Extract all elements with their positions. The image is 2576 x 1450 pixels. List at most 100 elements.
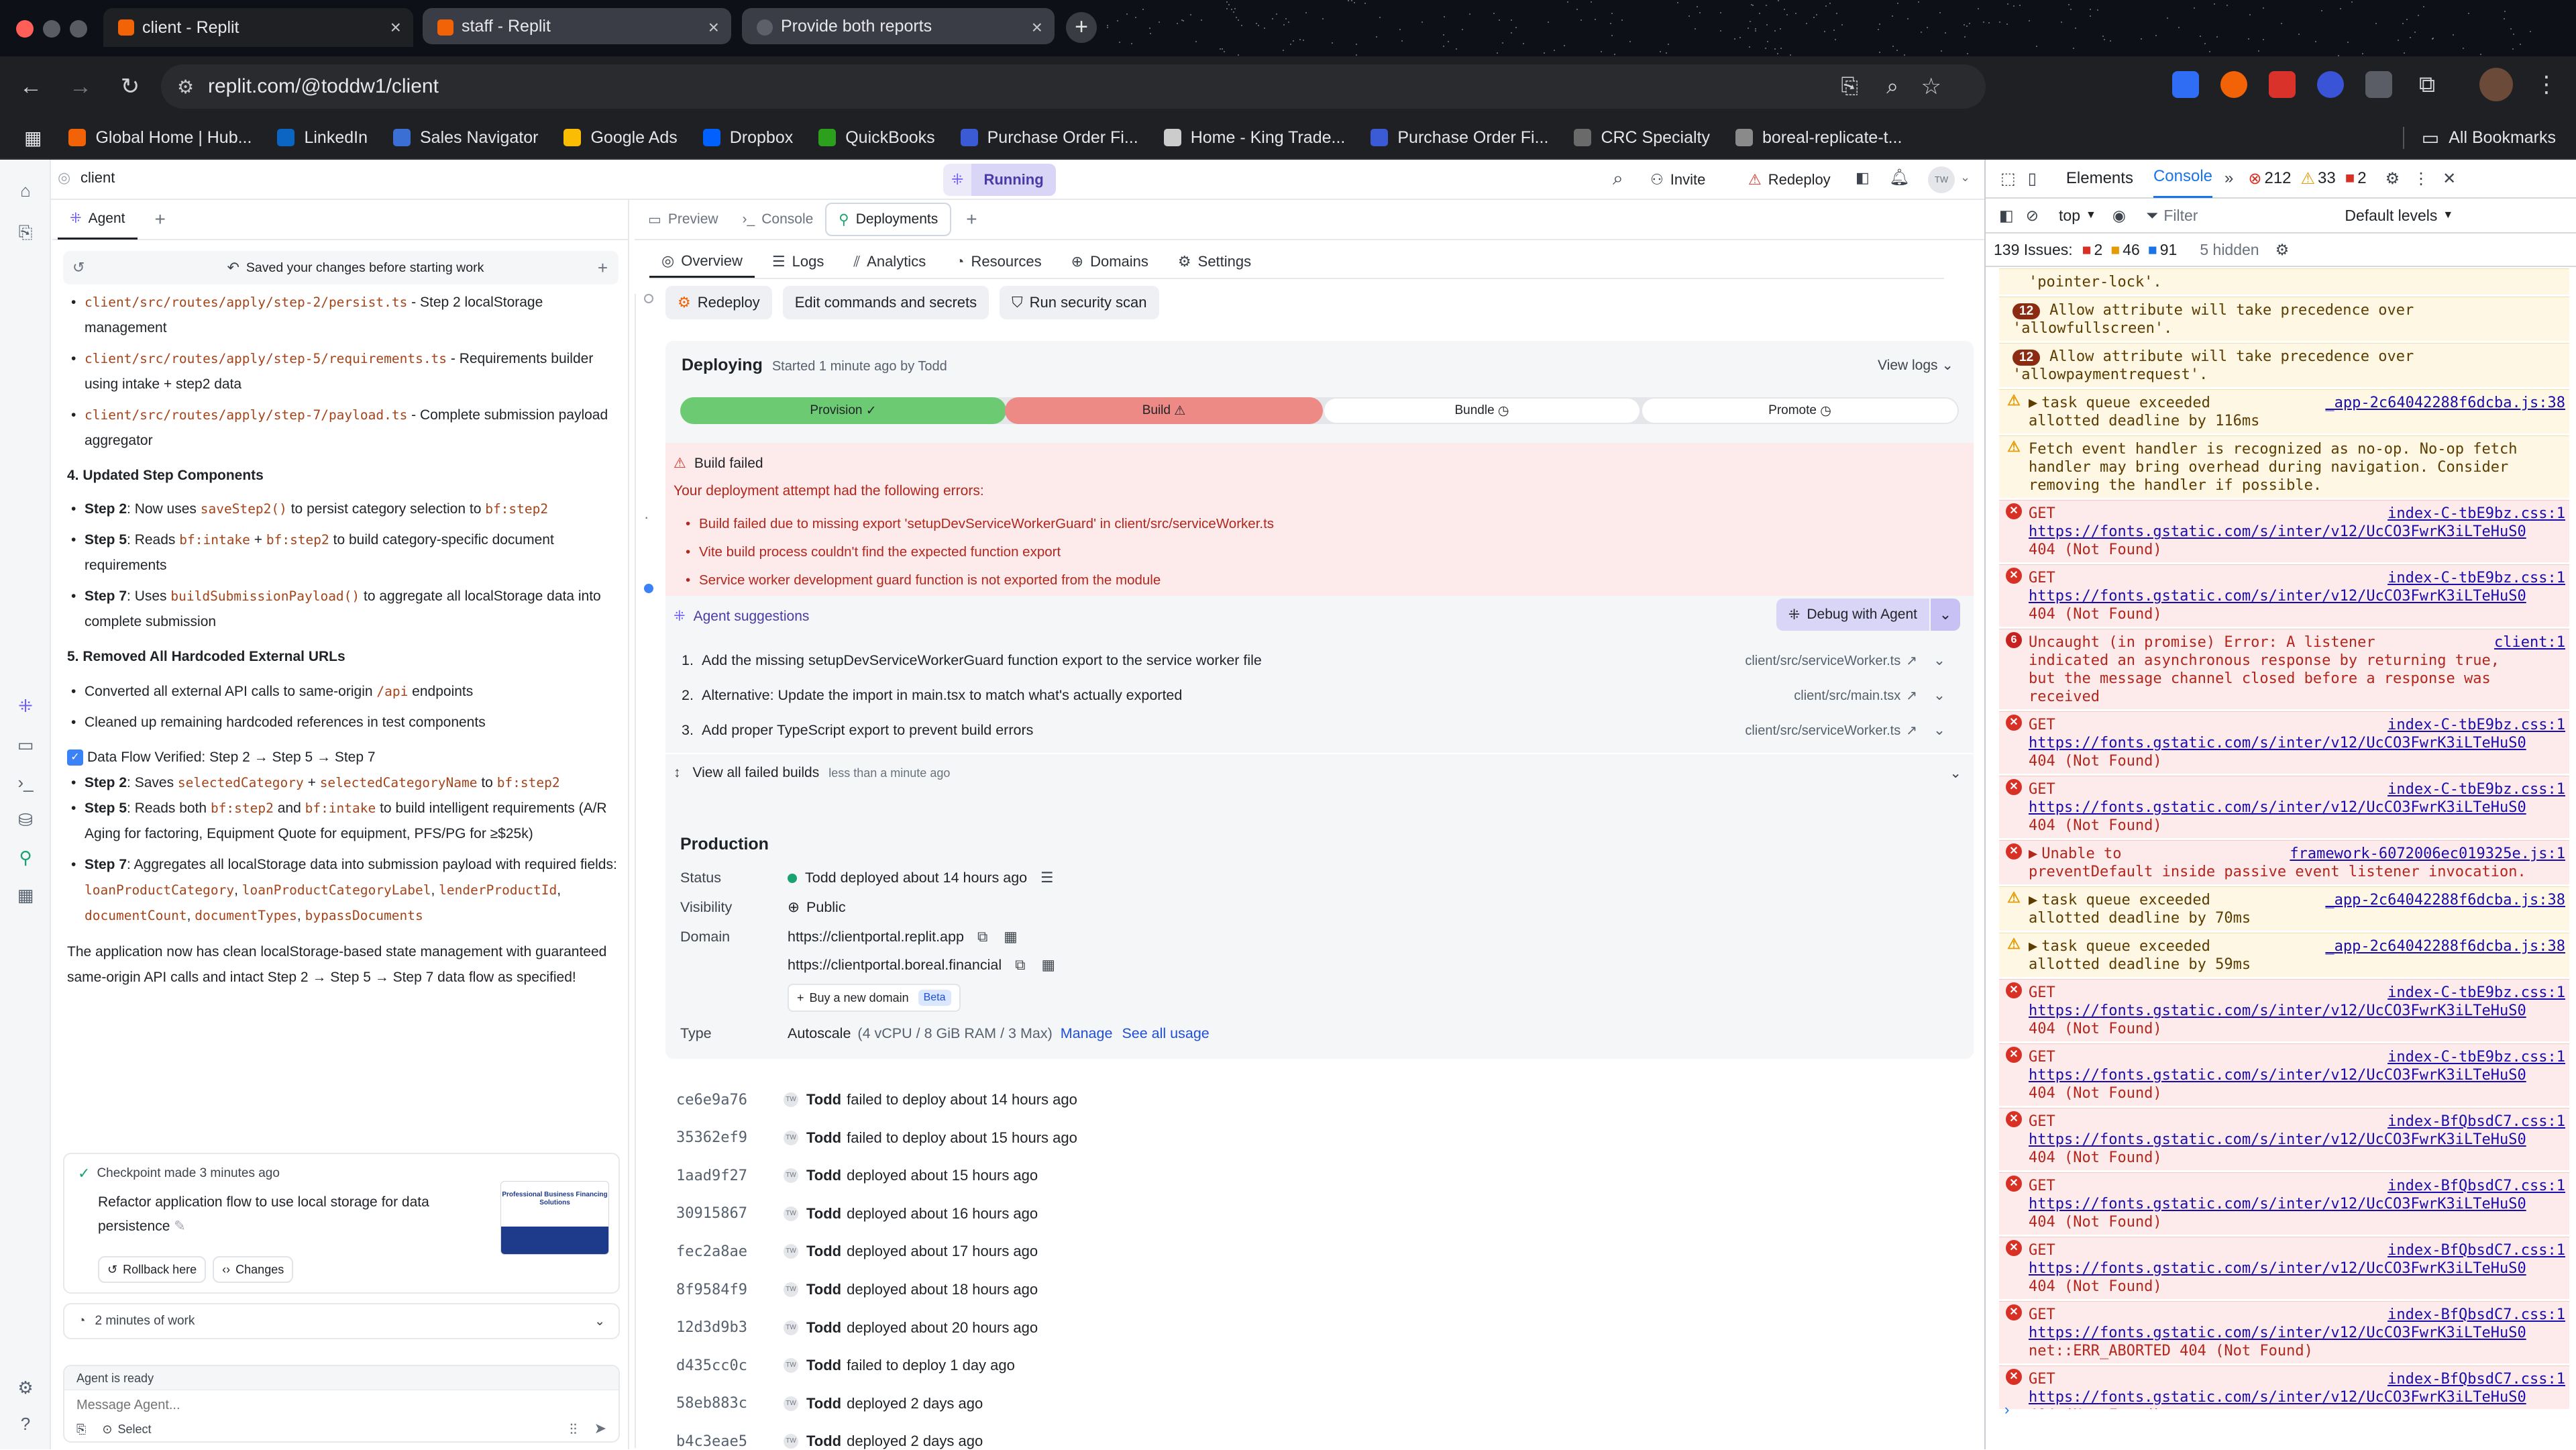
- browser-menu-icon[interactable]: ⋮: [2533, 71, 2560, 98]
- tab-console[interactable]: Console: [2153, 159, 2213, 198]
- window-minimize-dot[interactable]: [43, 20, 60, 38]
- request-url-link[interactable]: https://fonts.gstatic.com/s/inter/v12/Uc…: [2029, 523, 2538, 541]
- add-tab-icon[interactable]: +: [155, 209, 166, 230]
- tab-agent[interactable]: ⁜ Agent: [58, 199, 138, 240]
- console-message[interactable]: ⚠ _app-2c64042288f6dcba.js:38 ▶ task queue …: [1999, 886, 2569, 931]
- debug-with-agent-button[interactable]: ⁜ Debug with Agent: [1776, 599, 1929, 631]
- request-url-link[interactable]: https://fonts.gstatic.com/s/inter/v12/Uc…: [2029, 1324, 2538, 1342]
- request-url-link[interactable]: https://fonts.gstatic.com/s/inter/v12/Uc…: [2029, 1002, 2538, 1020]
- console-message[interactable]: ✕ index-C-tbE9bz.css:1 GET https://fonts.gs…: [1999, 1043, 2569, 1106]
- console-message[interactable]: ✕ index-BfQbsdC7.css:1 GET https://fonts.gs…: [1999, 1108, 2569, 1170]
- window-close-dot[interactable]: [16, 20, 34, 38]
- stop-icon[interactable]: ⁜: [943, 164, 972, 196]
- request-url-link[interactable]: https://fonts.gstatic.com/s/inter/v12/Uc…: [2029, 587, 2538, 605]
- devtools-menu-icon[interactable]: ⋮: [2413, 169, 2429, 189]
- message-source-link[interactable]: index-BfQbsdC7.css:1: [2387, 1177, 2565, 1195]
- file-path[interactable]: client/src/routes/apply/step-7/payload.t…: [85, 407, 407, 423]
- reload-icon[interactable]: ↻: [111, 68, 149, 105]
- search-icon[interactable]: ⌕: [1613, 168, 1623, 190]
- list-icon[interactable]: ☰: [1040, 870, 1053, 886]
- close-tab-icon[interactable]: ×: [1032, 17, 1042, 38]
- view-logs-link[interactable]: View logs ⌄: [1878, 357, 1953, 374]
- home-icon[interactable]: ⌂: [15, 180, 36, 201]
- close-devtools-icon[interactable]: ✕: [2443, 169, 2456, 189]
- bookmark-item[interactable]: LinkedIn: [277, 128, 368, 148]
- message-source-link[interactable]: index-BfQbsdC7.css:1: [2387, 1241, 2565, 1259]
- subtab-logs[interactable]: ☰ Logs: [760, 246, 836, 278]
- commit-hash[interactable]: b4c3eae5: [676, 1433, 784, 1450]
- all-tools-icon[interactable]: ▦: [15, 884, 36, 906]
- clear-console-icon[interactable]: ⊘: [2026, 207, 2039, 225]
- security-scan-button[interactable]: ⛉ Run security scan: [1000, 286, 1159, 319]
- history-row[interactable]: 12d3d9b3 TW Todd deployed about 20 hours ag…: [676, 1319, 1038, 1337]
- issues-warning-count[interactable]: 46: [2123, 241, 2140, 259]
- bookmark-item[interactable]: Sales Navigator: [392, 128, 538, 148]
- history-row[interactable]: ce6e9a76 TW Todd failed to deploy about 14 …: [676, 1091, 1077, 1108]
- console-message[interactable]: ✕ index-BfQbsdC7.css:1 GET https://fonts.gs…: [1999, 1237, 2569, 1299]
- file-path[interactable]: client/src/routes/apply/step-5/requireme…: [85, 351, 447, 366]
- new-chat-icon[interactable]: +: [598, 258, 608, 278]
- layout-icon[interactable]: ◧: [1856, 169, 1870, 187]
- close-tab-icon[interactable]: ×: [390, 17, 401, 38]
- subtab-settings[interactable]: ⚙ Settings: [1166, 246, 1263, 278]
- message-agent-input[interactable]: [64, 1390, 619, 1420]
- debug-options-chevron-icon[interactable]: ⌄: [1931, 599, 1960, 631]
- copy-icon[interactable]: ⧉: [1015, 957, 1025, 974]
- running-status-button[interactable]: Running: [971, 164, 1056, 196]
- console-message[interactable]: ✕ index-C-tbE9bz.css:1 GET https://fonts.gs…: [1999, 564, 2569, 627]
- bookmark-item[interactable]: Purchase Order Fi...: [960, 128, 1138, 148]
- agent-icon[interactable]: ⁜: [15, 695, 36, 717]
- checkpoint-thumbnail[interactable]: Professional Business Financing Solution…: [500, 1181, 609, 1255]
- extension-icon[interactable]: [2172, 71, 2199, 98]
- device-toolbar-icon[interactable]: ▯: [2028, 169, 2037, 189]
- bookmark-item[interactable]: Dropbox: [702, 128, 793, 148]
- send-icon[interactable]: ➤: [594, 1420, 606, 1437]
- close-tab-icon[interactable]: ×: [708, 17, 719, 38]
- new-tab-button[interactable]: +: [1066, 12, 1097, 43]
- message-source-link[interactable]: index-C-tbE9bz.css:1: [2387, 505, 2565, 523]
- console-message[interactable]: ✕ index-C-tbE9bz.css:1 GET https://fonts.gs…: [1999, 776, 2569, 838]
- commit-hash[interactable]: fec2a8ae: [676, 1243, 784, 1260]
- history-row[interactable]: 1aad9f27 TW Todd deployed about 15 hours ag…: [676, 1167, 1038, 1184]
- failed-builds-row[interactable]: ↕ View all failed builds less than a min…: [674, 765, 1962, 781]
- select-label[interactable]: Select: [118, 1422, 152, 1437]
- add-tab-icon[interactable]: +: [966, 209, 977, 230]
- help-icon[interactable]: ?: [15, 1413, 36, 1435]
- notifications-bell-icon[interactable]: 🔔︎: [1889, 168, 1909, 187]
- history-row[interactable]: 58eb883c TW Todd deployed 2 days ago: [676, 1395, 983, 1412]
- suggestion-file[interactable]: client/src/serviceWorker.ts ↗: [1745, 652, 1917, 669]
- site-settings-icon[interactable]: ⚙: [177, 76, 194, 98]
- console-message[interactable]: 'pointer-lock'.: [1999, 268, 2569, 295]
- message-source-link[interactable]: framework-6072006ec019325e.js:1: [2290, 845, 2565, 863]
- live-expression-eye-icon[interactable]: ◉: [2112, 207, 2126, 225]
- expand-triangle-icon[interactable]: ▶: [2029, 892, 2037, 909]
- more-tabs-icon[interactable]: »: [2224, 169, 2233, 188]
- qr-code-icon[interactable]: ▦: [1004, 929, 1017, 945]
- see-usage-link[interactable]: See all usage: [1122, 1025, 1209, 1042]
- message-source-link[interactable]: _app-2c64042288f6dcba.js:38: [2325, 891, 2565, 909]
- address-bar[interactable]: ⚙ replit.com/@toddw1/client ⎘ ⌕ ☆: [161, 64, 1986, 109]
- preview-icon[interactable]: ▭: [15, 734, 36, 756]
- manage-link[interactable]: Manage: [1061, 1025, 1113, 1042]
- history-row[interactable]: 35362ef9 TW Todd failed to deploy about 15 …: [676, 1129, 1077, 1147]
- files-icon[interactable]: ⎘: [15, 221, 36, 243]
- pdf-extension-icon[interactable]: [2269, 71, 2296, 98]
- tab-deployments[interactable]: ⚲ Deployments: [825, 203, 952, 236]
- bookmark-star-icon[interactable]: ☆: [1921, 73, 1941, 100]
- repl-name[interactable]: client: [80, 169, 115, 187]
- forward-arrow-icon[interactable]: →: [62, 68, 99, 105]
- console-message[interactable]: ⚠ _app-2c64042288f6dcba.js:38 ▶ task queue …: [1999, 389, 2569, 433]
- console-message[interactable]: ⚠ Fetch event handler is recognized as no…: [1999, 435, 2569, 498]
- edit-pencil-icon[interactable]: ✎: [174, 1219, 186, 1234]
- message-source-link[interactable]: index-BfQbsdC7.css:1: [2387, 1306, 2565, 1324]
- history-row[interactable]: fec2a8ae TW Todd deployed about 17 hours ag…: [676, 1243, 1038, 1260]
- request-url-link[interactable]: https://fonts.gstatic.com/s/inter/v12/Uc…: [2029, 1259, 2538, 1278]
- commit-hash[interactable]: 35362ef9: [676, 1129, 784, 1146]
- settings-icon[interactable]: ⚙: [15, 1377, 36, 1398]
- chevron-down-icon[interactable]: ⌄: [1960, 170, 1970, 185]
- bookmark-item[interactable]: CRC Specialty: [1574, 128, 1710, 148]
- chevron-down-icon[interactable]: ⌄: [1933, 652, 1945, 669]
- zoom-icon[interactable]: ⌕: [1886, 74, 1898, 99]
- redeploy-header-button[interactable]: ⚠ Redeploy: [1748, 164, 1831, 196]
- message-source-link[interactable]: index-C-tbE9bz.css:1: [2387, 780, 2565, 798]
